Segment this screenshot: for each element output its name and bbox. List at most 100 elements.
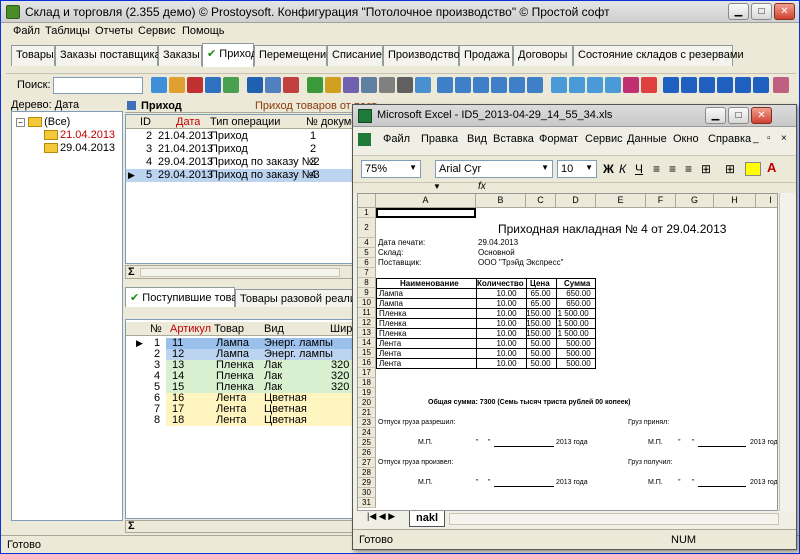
- recalc-icon[interactable]: [307, 77, 323, 93]
- excel-restore-icon[interactable]: □: [728, 107, 749, 124]
- filter-icon[interactable]: [247, 77, 263, 93]
- row-header[interactable]: 10: [358, 298, 376, 308]
- bold-icon[interactable]: Ж: [603, 162, 614, 176]
- maximize-icon[interactable]: □: [751, 3, 772, 20]
- row-header[interactable]: 13: [358, 328, 376, 338]
- row-header[interactable]: 19: [358, 388, 376, 398]
- borders-icon[interactable]: ⊞: [725, 162, 735, 176]
- lightning-icon[interactable]: [641, 77, 657, 93]
- sheet-tab-nakl[interactable]: nakl: [409, 511, 445, 527]
- prev-page-icon[interactable]: [681, 77, 697, 93]
- italic-icon[interactable]: К: [619, 162, 626, 176]
- tag-icon[interactable]: [623, 77, 639, 93]
- row-header[interactable]: 28: [358, 468, 376, 478]
- row-header[interactable]: 17: [358, 368, 376, 378]
- delete-icon[interactable]: [187, 77, 203, 93]
- font-color-icon[interactable]: A: [767, 160, 776, 175]
- tab-transfer[interactable]: Перемещение: [254, 45, 332, 66]
- row-header[interactable]: 21: [358, 408, 376, 418]
- minimize-icon[interactable]: ▁: [728, 3, 749, 20]
- xl-menu-insert[interactable]: Вставка: [493, 133, 534, 145]
- row-header[interactable]: 1: [358, 208, 376, 218]
- row-header[interactable]: 29: [358, 478, 376, 488]
- edit-icon[interactable]: [169, 77, 185, 93]
- table-row[interactable]: 4 29.04.2013 Приход по заказу №2 3: [126, 156, 354, 169]
- row-header[interactable]: 24: [358, 428, 376, 438]
- corner-cell[interactable]: [358, 194, 376, 208]
- row-header[interactable]: 12: [358, 318, 376, 328]
- tree-root[interactable]: − (Все): [16, 116, 70, 128]
- merge-icon[interactable]: ⊞: [701, 162, 711, 176]
- fill-color-icon[interactable]: [745, 162, 761, 176]
- row-header[interactable]: 5: [358, 248, 376, 258]
- row-header[interactable]: 4: [358, 238, 376, 248]
- filter-off-icon[interactable]: [283, 77, 299, 93]
- next-page-icon[interactable]: [735, 77, 751, 93]
- first-sheet-icon[interactable]: |◀: [367, 511, 376, 521]
- tab-single-sale-goods[interactable]: Товары разовой реализации: [235, 289, 357, 307]
- menu-reports[interactable]: Отчеты: [95, 25, 133, 37]
- align-left-icon[interactable]: ≡: [653, 162, 660, 176]
- xl-menu-service[interactable]: Сервис: [585, 133, 623, 145]
- menu-tables[interactable]: Таблицы: [45, 25, 90, 37]
- table-row[interactable]: ▶ 5 29.04.2013 Приход по заказу №3 4: [126, 169, 354, 182]
- export-icon[interactable]: [415, 77, 431, 93]
- xl-doc-restore-icon[interactable]: ▫: [767, 133, 771, 144]
- tab-orders[interactable]: Заказы: [158, 45, 202, 66]
- row-header[interactable]: 20: [358, 398, 376, 408]
- prev-sheet-icon[interactable]: ◀: [379, 511, 386, 521]
- table-row[interactable]: 8 18 Лента Цветная: [126, 414, 356, 426]
- xl-menu-file[interactable]: Файл: [383, 133, 410, 145]
- menu-file[interactable]: Файл: [13, 25, 40, 37]
- row-header[interactable]: 9: [358, 288, 376, 298]
- layout-icon[interactable]: [569, 77, 585, 93]
- column-header[interactable]: I: [756, 194, 777, 208]
- doc6-icon[interactable]: [527, 77, 543, 93]
- doc5-icon[interactable]: [509, 77, 525, 93]
- xl-doc-minimize-icon[interactable]: _: [753, 133, 759, 144]
- column-header[interactable]: D: [556, 194, 596, 208]
- column-header[interactable]: G: [676, 194, 714, 208]
- align-right-icon[interactable]: ≡: [685, 162, 692, 176]
- row-header[interactable]: 26: [358, 448, 376, 458]
- column-header[interactable]: A: [376, 194, 476, 208]
- doc2-icon[interactable]: [455, 77, 471, 93]
- doc1-icon[interactable]: [437, 77, 453, 93]
- column-header[interactable]: F: [646, 194, 676, 208]
- size-select[interactable]: 10 ▼: [557, 160, 597, 178]
- tab-sales[interactable]: Продажа: [459, 45, 513, 66]
- group-icon[interactable]: [361, 77, 377, 93]
- print-icon[interactable]: [397, 77, 413, 93]
- zoom-select[interactable]: 75% ▼: [361, 160, 421, 178]
- namebox-chevron-icon[interactable]: ▼: [433, 182, 441, 191]
- sql-filter-icon[interactable]: [343, 77, 359, 93]
- table-row[interactable]: 3 21.04.2013 Приход 2: [126, 143, 354, 156]
- row-header[interactable]: 15: [358, 348, 376, 358]
- column-header[interactable]: C: [526, 194, 556, 208]
- add-icon[interactable]: [151, 77, 167, 93]
- row-header[interactable]: 7: [358, 268, 376, 278]
- tab-supplier-orders[interactable]: Заказы поставщикам: [55, 45, 168, 66]
- next-sheet-icon[interactable]: ▶: [388, 511, 395, 521]
- font-select[interactable]: Arial Cyr ▼: [435, 160, 553, 178]
- excel-vscroll[interactable]: [779, 193, 795, 511]
- row-header[interactable]: 31: [358, 498, 376, 508]
- xl-menu-view[interactable]: Вид: [467, 133, 487, 145]
- menu-service[interactable]: Сервис: [138, 25, 176, 37]
- first-icon[interactable]: [663, 77, 679, 93]
- column-header[interactable]: E: [596, 194, 646, 208]
- doc3-icon[interactable]: [473, 77, 489, 93]
- columns-icon[interactable]: [587, 77, 603, 93]
- search-input[interactable]: [53, 77, 143, 94]
- column-header[interactable]: B: [476, 194, 526, 208]
- row-header[interactable]: 8: [358, 278, 376, 288]
- tree-node-1[interactable]: 29.04.2013: [44, 142, 115, 154]
- row-header[interactable]: 23: [358, 418, 376, 428]
- tab-contracts[interactable]: Договоры: [513, 45, 573, 66]
- excel-window[interactable]: Microsoft Excel - ID5_2013-04-29_14_55_3…: [352, 104, 797, 550]
- row-header[interactable]: 11: [358, 308, 376, 318]
- excel-hscroll[interactable]: [449, 513, 779, 525]
- search-icon[interactable]: [325, 77, 341, 93]
- excel-minimize-icon[interactable]: ▁: [705, 107, 726, 124]
- ink-icon[interactable]: [773, 77, 789, 93]
